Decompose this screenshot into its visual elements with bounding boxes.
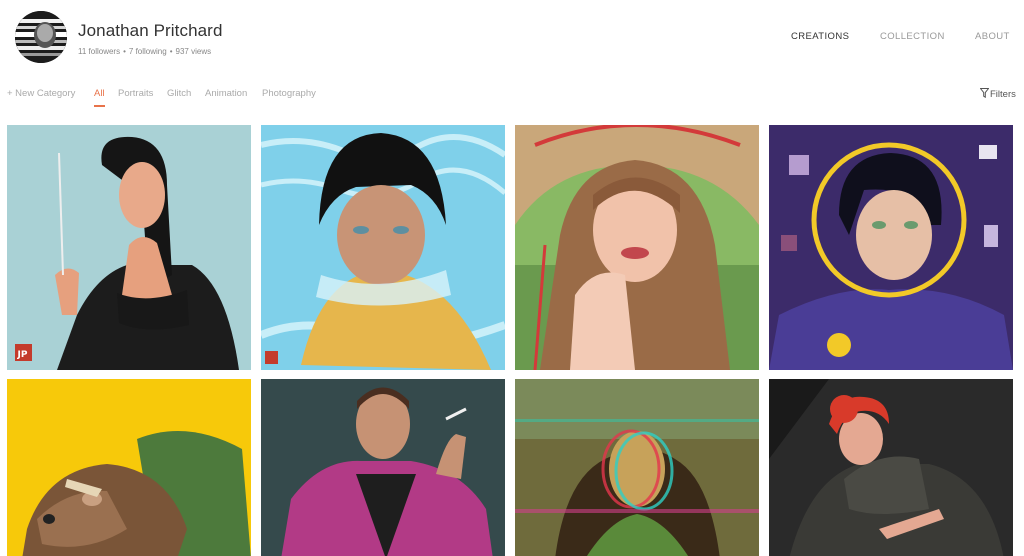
artwork-image: JP	[7, 125, 251, 370]
followers-count[interactable]: 11 followers	[78, 47, 120, 56]
category-tab-glitch[interactable]: Glitch	[167, 88, 191, 99]
active-tab-indicator	[94, 105, 105, 107]
stats-separator: •	[123, 47, 126, 56]
artwork-tile[interactable]	[515, 379, 759, 556]
profile-header: Jonathan Pritchard 11 followers • 7 follow…	[0, 0, 1024, 75]
artwork-image	[261, 379, 505, 556]
nav-collection[interactable]: COLLECTION	[880, 31, 945, 42]
profile-name[interactable]: Jonathan Pritchard	[78, 21, 223, 41]
filter-icon	[980, 88, 989, 98]
artwork-image	[515, 379, 759, 556]
artwork-image	[769, 379, 1013, 556]
artwork-image	[7, 379, 251, 556]
stats-separator: •	[169, 47, 173, 56]
artwork-tile[interactable]	[769, 379, 1013, 556]
following-count[interactable]: 7 following	[129, 47, 167, 56]
category-tab-animation[interactable]: Animation	[205, 88, 247, 99]
artwork-tile[interactable]: JP	[7, 125, 251, 370]
nav-about[interactable]: ABOUT	[975, 31, 1010, 42]
category-tab-photography[interactable]: Photography	[262, 88, 316, 99]
category-bar: + New Category All Portraits Glitch Anim…	[0, 82, 1024, 110]
artwork-tile[interactable]	[261, 125, 505, 370]
profile-avatar[interactable]	[15, 11, 67, 63]
filters-button[interactable]: Filters	[980, 88, 1016, 100]
nav-creations[interactable]: CREATIONS	[791, 31, 849, 42]
artwork-tile[interactable]	[515, 125, 759, 370]
category-tab-all[interactable]: All	[94, 88, 105, 99]
artwork-image	[261, 125, 505, 370]
artwork-tile[interactable]	[7, 379, 251, 556]
artwork-tile[interactable]	[261, 379, 505, 556]
views-count: 937 views	[175, 47, 212, 56]
filters-label: Filters	[990, 89, 1016, 100]
avatar-image	[15, 11, 67, 63]
category-tab-portraits[interactable]: Portraits	[118, 88, 153, 99]
new-category-button[interactable]: + New Category	[7, 88, 75, 99]
artwork-image	[769, 125, 1013, 370]
artwork-image	[515, 125, 759, 370]
svg-text:JP: JP	[17, 350, 28, 360]
artwork-tile[interactable]	[769, 125, 1013, 370]
profile-stats: 11 followers • 7 following • 937 views	[78, 47, 211, 56]
